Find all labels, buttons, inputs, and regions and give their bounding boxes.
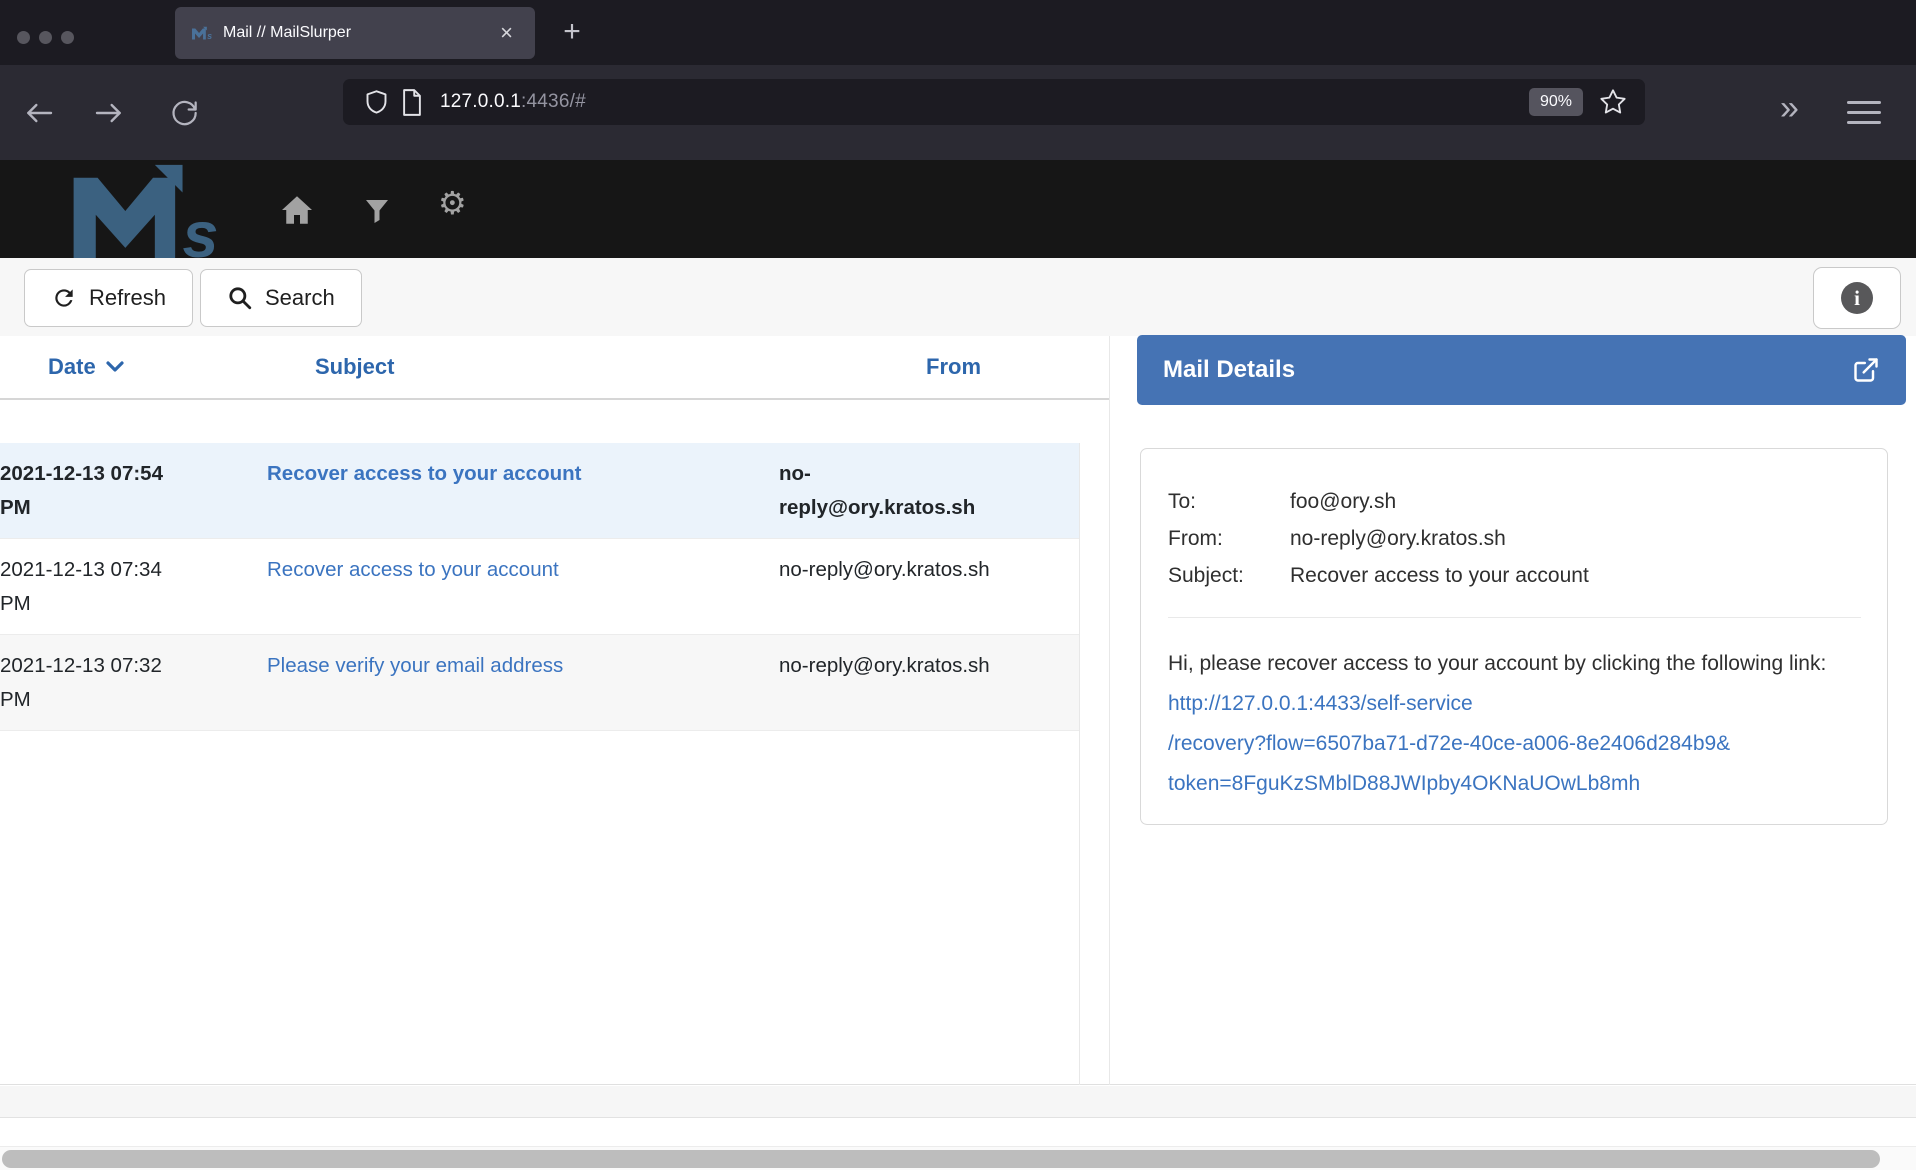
info-button[interactable]: i — [1813, 267, 1901, 329]
horizontal-scrollbar[interactable] — [0, 1146, 1916, 1170]
forward-arrow-icon — [93, 97, 125, 129]
mail-subject-link[interactable]: Recover access to your account — [267, 558, 559, 581]
mail-row-selected[interactable]: 2021-12-13 07:54 PM Recover access to yo… — [0, 443, 1079, 538]
to-value: foo@ory.sh — [1290, 483, 1861, 520]
mail-body-text: Hi, please recover access to your accoun… — [1168, 652, 1826, 675]
bottom-strip — [0, 1086, 1916, 1118]
back-button[interactable] — [20, 94, 58, 132]
mail-list-panel: Date Subject From 2021-12-13 07:54 PM Re… — [0, 336, 1110, 1085]
mail-row[interactable]: 2021-12-13 07:32 PM Please verify your e… — [0, 634, 1079, 731]
recovery-link-line: http://127.0.0.1:4433/self-service — [1168, 692, 1473, 715]
reload-button[interactable] — [165, 94, 203, 132]
subject-header-label: Subject — [315, 354, 394, 380]
content-area: Date Subject From 2021-12-13 07:54 PM Re… — [0, 336, 1916, 1085]
menu-bar — [1847, 101, 1881, 104]
search-button[interactable]: Search — [200, 269, 362, 327]
mail-subject: Recover access to your account — [267, 457, 779, 525]
forward-button[interactable] — [90, 94, 128, 132]
svg-text:s: s — [183, 199, 219, 259]
mail-row[interactable]: 2021-12-13 07:34 PM Recover access to yo… — [0, 538, 1079, 634]
url-path: :4436/# — [521, 91, 586, 113]
window-button[interactable] — [17, 31, 30, 44]
window-button[interactable] — [61, 31, 74, 44]
mail-subject-link[interactable]: Please verify your email address — [267, 654, 563, 677]
mail-details-card: To: foo@ory.sh From: no-reply@ory.kratos… — [1140, 448, 1888, 825]
subject-label: Subject: — [1168, 557, 1290, 594]
menu-bar — [1847, 111, 1881, 114]
column-header-date[interactable]: Date — [48, 354, 315, 380]
sort-descending-icon — [106, 361, 124, 373]
url-host: 127.0.0.1 — [440, 91, 521, 113]
column-header-from[interactable]: From — [827, 354, 1080, 380]
back-arrow-icon — [23, 97, 55, 129]
mail-subject: Please verify your email address — [267, 649, 779, 717]
mail-from: no-reply@ory.kratos.sh — [779, 457, 997, 525]
mail-date: 2021-12-13 07:54 PM — [0, 457, 186, 525]
refresh-label: Refresh — [89, 285, 166, 311]
refresh-icon — [51, 285, 77, 311]
mailslurper-logo: s — [66, 163, 228, 259]
home-icon — [282, 196, 312, 224]
tab-title: Mail // MailSlurper — [223, 24, 494, 42]
url-bar[interactable]: 127.0.0.1:4436/# 90% — [343, 79, 1645, 125]
tab-close-button[interactable]: × — [494, 20, 519, 46]
subject-value: Recover access to your account — [1290, 557, 1861, 594]
filter-icon — [365, 199, 389, 223]
from-header-label: From — [926, 354, 981, 380]
home-nav-button[interactable] — [282, 196, 312, 224]
mail-list-header-row: Date Subject From — [0, 336, 1109, 400]
recovery-link[interactable]: http://127.0.0.1:4433/self-service/recov… — [1168, 692, 1730, 795]
app-toolbar: Refresh Search i — [0, 258, 1916, 336]
search-label: Search — [265, 285, 335, 311]
mail-from: no-reply@ory.kratos.sh — [779, 649, 997, 717]
menu-button[interactable] — [1847, 101, 1881, 131]
page-icon[interactable] — [400, 89, 424, 116]
mail-list-body: 2021-12-13 07:54 PM Recover access to yo… — [0, 443, 1080, 1085]
recovery-link-line: token=8FguKzSMblD88JWIpby4OKNaUOwLb8mh — [1168, 772, 1640, 795]
column-header-subject[interactable]: Subject — [315, 354, 827, 380]
tab-strip: s Mail // MailSlurper × + — [0, 0, 1916, 65]
to-label: To: — [1168, 483, 1290, 520]
mail-from: no-reply@ory.kratos.sh — [779, 553, 997, 621]
open-external-icon[interactable] — [1852, 356, 1880, 384]
mail-details-title: Mail Details — [1163, 356, 1852, 384]
mail-subject: Recover access to your account — [267, 553, 779, 621]
reload-icon — [170, 99, 198, 127]
browser-toolbar: 127.0.0.1:4436/# 90% » — [0, 65, 1916, 160]
mail-details-header: Mail Details — [1137, 335, 1906, 405]
mail-date: 2021-12-13 07:32 PM — [0, 649, 186, 717]
window-button[interactable] — [39, 31, 52, 44]
bookmark-star-icon[interactable] — [1599, 88, 1627, 116]
recovery-link-line: /recovery?flow=6507ba71-d72e-40ce-a006-8… — [1168, 732, 1730, 755]
menu-bar — [1847, 121, 1881, 124]
mailslurper-header: s ⚙ — [0, 160, 1916, 258]
scrollbar-thumb[interactable] — [2, 1150, 1880, 1168]
window-controls[interactable] — [17, 31, 74, 44]
date-header-label: Date — [48, 354, 96, 380]
card-divider — [1168, 617, 1861, 618]
mail-body: Hi, please recover access to your accoun… — [1168, 644, 1861, 804]
search-icon — [227, 285, 253, 311]
mail-subject-link[interactable]: Recover access to your account — [267, 462, 581, 485]
browser-window: s Mail // MailSlurper × + 127.0.0.1:4436… — [0, 0, 1916, 1170]
mailslurper-favicon: s — [191, 22, 213, 44]
mail-meta: To: foo@ory.sh From: no-reply@ory.kratos… — [1168, 483, 1861, 594]
shield-icon[interactable] — [363, 89, 390, 116]
from-label: From: — [1168, 520, 1290, 557]
mail-date: 2021-12-13 07:34 PM — [0, 553, 186, 621]
zoom-level-badge[interactable]: 90% — [1529, 88, 1583, 116]
new-tab-button[interactable]: + — [552, 12, 592, 52]
filter-nav-button[interactable] — [365, 199, 389, 223]
toolbar-overflow-button[interactable]: » — [1780, 89, 1795, 128]
info-icon: i — [1841, 282, 1873, 314]
settings-nav-button[interactable]: ⚙ — [438, 184, 467, 222]
browser-tab-mailslurper[interactable]: s Mail // MailSlurper × — [175, 7, 535, 59]
refresh-button[interactable]: Refresh — [24, 269, 193, 327]
from-value: no-reply@ory.kratos.sh — [1290, 520, 1861, 557]
svg-text:s: s — [207, 31, 212, 41]
